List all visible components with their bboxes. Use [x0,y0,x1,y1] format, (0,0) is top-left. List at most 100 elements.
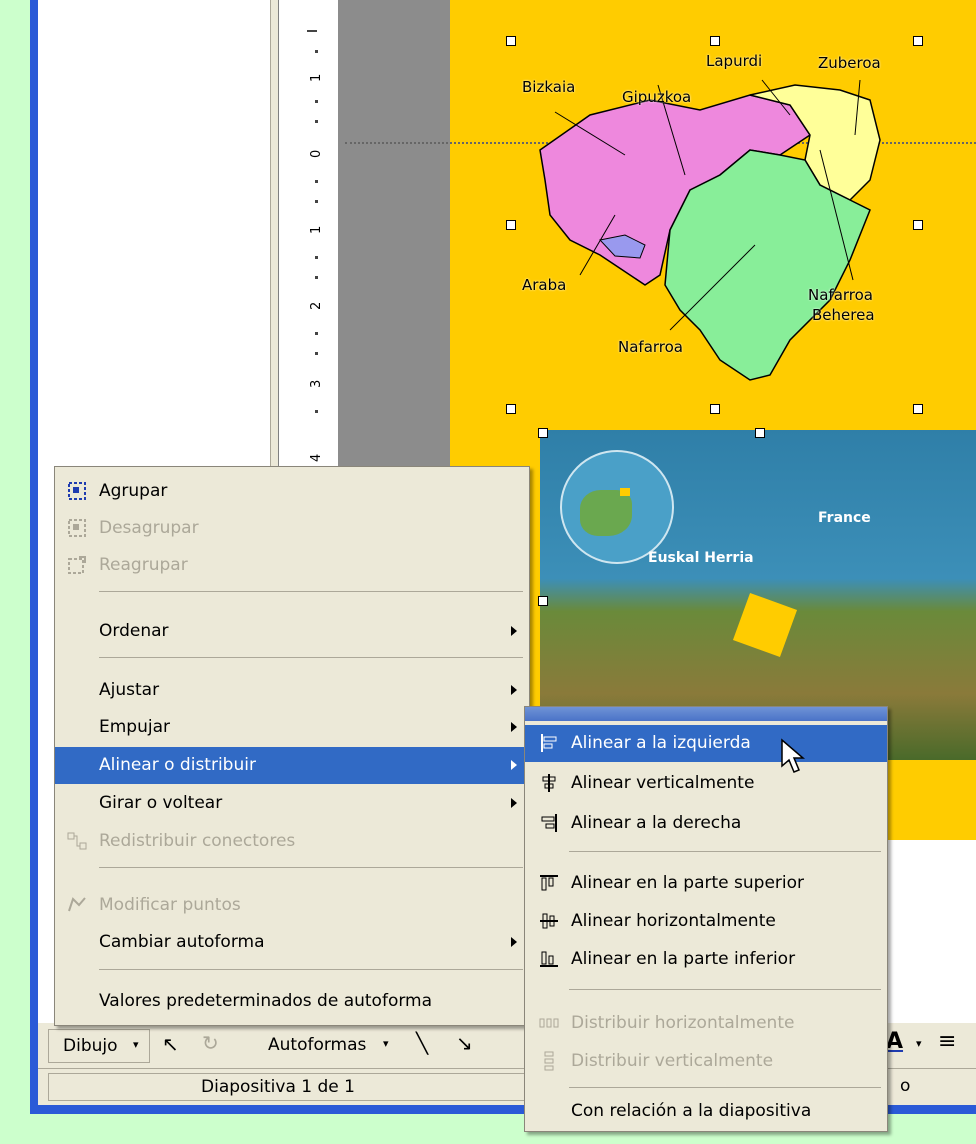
align-middle-icon [540,913,558,929]
submenu-item-alinear-verticalmente[interactable]: Alinear verticalmente [525,765,887,802]
autoformas-menu-button[interactable]: Autoformas [268,1035,366,1055]
submenu-item-distribuir-horizontalmente[interactable]: Distribuir horizontalmente [525,1005,887,1042]
menu-item-label: Modificar puntos [99,895,241,915]
selection-handle[interactable] [913,404,923,414]
selection-handle[interactable] [755,428,765,438]
menu-separator [99,657,523,658]
align-distribute-submenu: Alinear a la izquierda Alinear verticalm… [524,706,888,1132]
menu-item-agrupar[interactable]: Agrupar [55,473,529,510]
submenu-item-con-relacion-diapositiva[interactable]: Con relación a la diapositiva [525,1093,887,1130]
ruler-label: 1 [309,225,324,234]
ruler-label: 4 [309,453,324,462]
map-label-lapurdi: Lapurdi [706,52,763,70]
submenu-item-alinear-izquierda[interactable]: Alinear a la izquierda [525,725,887,762]
status-slide-panel: Diapositiva 1 de 1 [48,1073,550,1101]
selection-handle[interactable] [506,220,516,230]
submenu-item-label: Distribuir verticalmente [571,1051,774,1071]
submenu-item-label: Alinear en la parte inferior [571,949,796,969]
menu-item-label: Empujar [99,717,170,737]
align-bottom-icon [540,951,558,967]
ruler-label: 1 [309,73,324,82]
arrow-tool-icon[interactable]: ↘ [456,1031,473,1055]
menu-separator [569,1087,881,1088]
selection-handle[interactable] [710,404,720,414]
menu-item-label: Reagrupar [99,555,188,575]
menu-item-empujar[interactable]: Empujar [55,709,529,746]
group-icon [68,482,86,500]
free-rotate-icon[interactable]: ↻ [202,1031,219,1055]
mouse-cursor-icon [781,738,806,773]
ruler-label: 2 [309,301,324,310]
menu-item-label: Agrupar [99,481,168,501]
submenu-arrow-icon [511,798,517,808]
submenu-item-alinear-horizontalmente[interactable]: Alinear horizontalmente [525,903,887,940]
line-tool-icon[interactable]: ╲ [416,1031,428,1055]
ungroup-icon [68,519,86,537]
submenu-item-label: Alinear a la derecha [571,813,742,833]
map-label-nafarroa-beherea-2: Beherea [812,306,875,324]
submenu-item-label: Con relación a la diapositiva [571,1101,812,1121]
submenu-item-alinear-inferior[interactable]: Alinear en la parte inferior [525,941,887,978]
selection-handle[interactable] [506,36,516,46]
menu-item-redistribuir-conectores[interactable]: Redistribuir conectores [55,823,529,860]
menu-item-desagrupar[interactable]: Desagrupar [55,510,529,547]
select-objects-icon[interactable]: ↖ [162,1032,179,1056]
menu-item-valores-predeterminados[interactable]: Valores predeterminados de autoforma [55,983,529,1020]
submenu-title-bar [525,707,887,721]
regroup-icon [68,556,86,574]
autoformas-dropdown-icon[interactable]: ▾ [383,1037,389,1050]
submenu-item-alinear-derecha[interactable]: Alinear a la derecha [525,805,887,842]
reroute-connectors-icon [67,832,87,850]
edit-points-icon [68,897,86,912]
globe-inset [560,450,674,564]
menu-separator [99,867,523,868]
map-label-nafarroa-beherea: Nafarroa [808,286,873,304]
menu-item-cambiar-autoforma[interactable]: Cambiar autoforma [55,924,529,961]
selection-handle[interactable] [538,596,548,606]
submenu-item-distribuir-verticalmente[interactable]: Distribuir verticalmente [525,1043,887,1080]
menu-item-reagrupar[interactable]: Reagrupar [55,547,529,584]
selection-handle[interactable] [913,220,923,230]
selection-handle[interactable] [710,36,720,46]
submenu-item-label: Distribuir horizontalmente [571,1013,795,1033]
menu-item-label: Redistribuir conectores [99,831,296,851]
selection-handle[interactable] [538,428,548,438]
iberian-peninsula [580,490,632,536]
label-euskal-herria: Euskal Herria [648,550,754,566]
label-france: France [818,510,871,526]
submenu-arrow-icon [511,722,517,732]
menu-item-ordenar[interactable]: Ordenar [55,613,529,650]
menu-item-alinear-o-distribuir[interactable]: Alinear o distribuir [55,747,529,784]
submenu-arrow-icon [511,937,517,947]
basque-region-highlight [732,592,798,658]
map-label-nafarroa: Nafarroa [618,338,683,356]
menu-item-ajustar[interactable]: Ajustar [55,672,529,709]
dibujo-menu-button[interactable]: Dibujo ▾ [48,1029,150,1063]
menu-item-label: Cambiar autoforma [99,932,265,952]
submenu-item-label: Alinear horizontalmente [571,911,776,931]
line-style-icon[interactable]: ≡ [938,1029,956,1054]
dibujo-label: Dibujo [63,1036,118,1056]
align-top-icon [540,875,558,891]
submenu-item-label: Alinear en la parte superior [571,873,805,893]
distribute-vertical-icon [544,1051,554,1071]
menu-item-girar-o-voltear[interactable]: Girar o voltear [55,785,529,822]
submenu-item-alinear-superior[interactable]: Alinear en la parte superior [525,865,887,902]
dropdown-arrow-icon: ▾ [133,1038,139,1051]
menu-separator [99,969,523,970]
selection-handle[interactable] [506,404,516,414]
font-color-icon[interactable]: A [886,1029,903,1054]
status-language: o [900,1076,911,1096]
selection-handle[interactable] [913,36,923,46]
ruler-label: 0 [309,149,324,158]
submenu-arrow-icon [511,685,517,695]
font-color-dropdown-icon[interactable]: ▾ [916,1037,922,1050]
map-label-gipuzkoa: Gipuzkoa [622,88,692,106]
align-center-icon [542,774,556,792]
menu-separator [569,851,881,852]
map-label-zuberoa: Zuberoa [818,54,881,72]
menu-item-label: Ajustar [99,680,160,700]
distribute-horizontal-icon [539,1018,559,1028]
align-right-icon [541,814,557,832]
menu-item-modificar-puntos[interactable]: Modificar puntos [55,887,529,924]
